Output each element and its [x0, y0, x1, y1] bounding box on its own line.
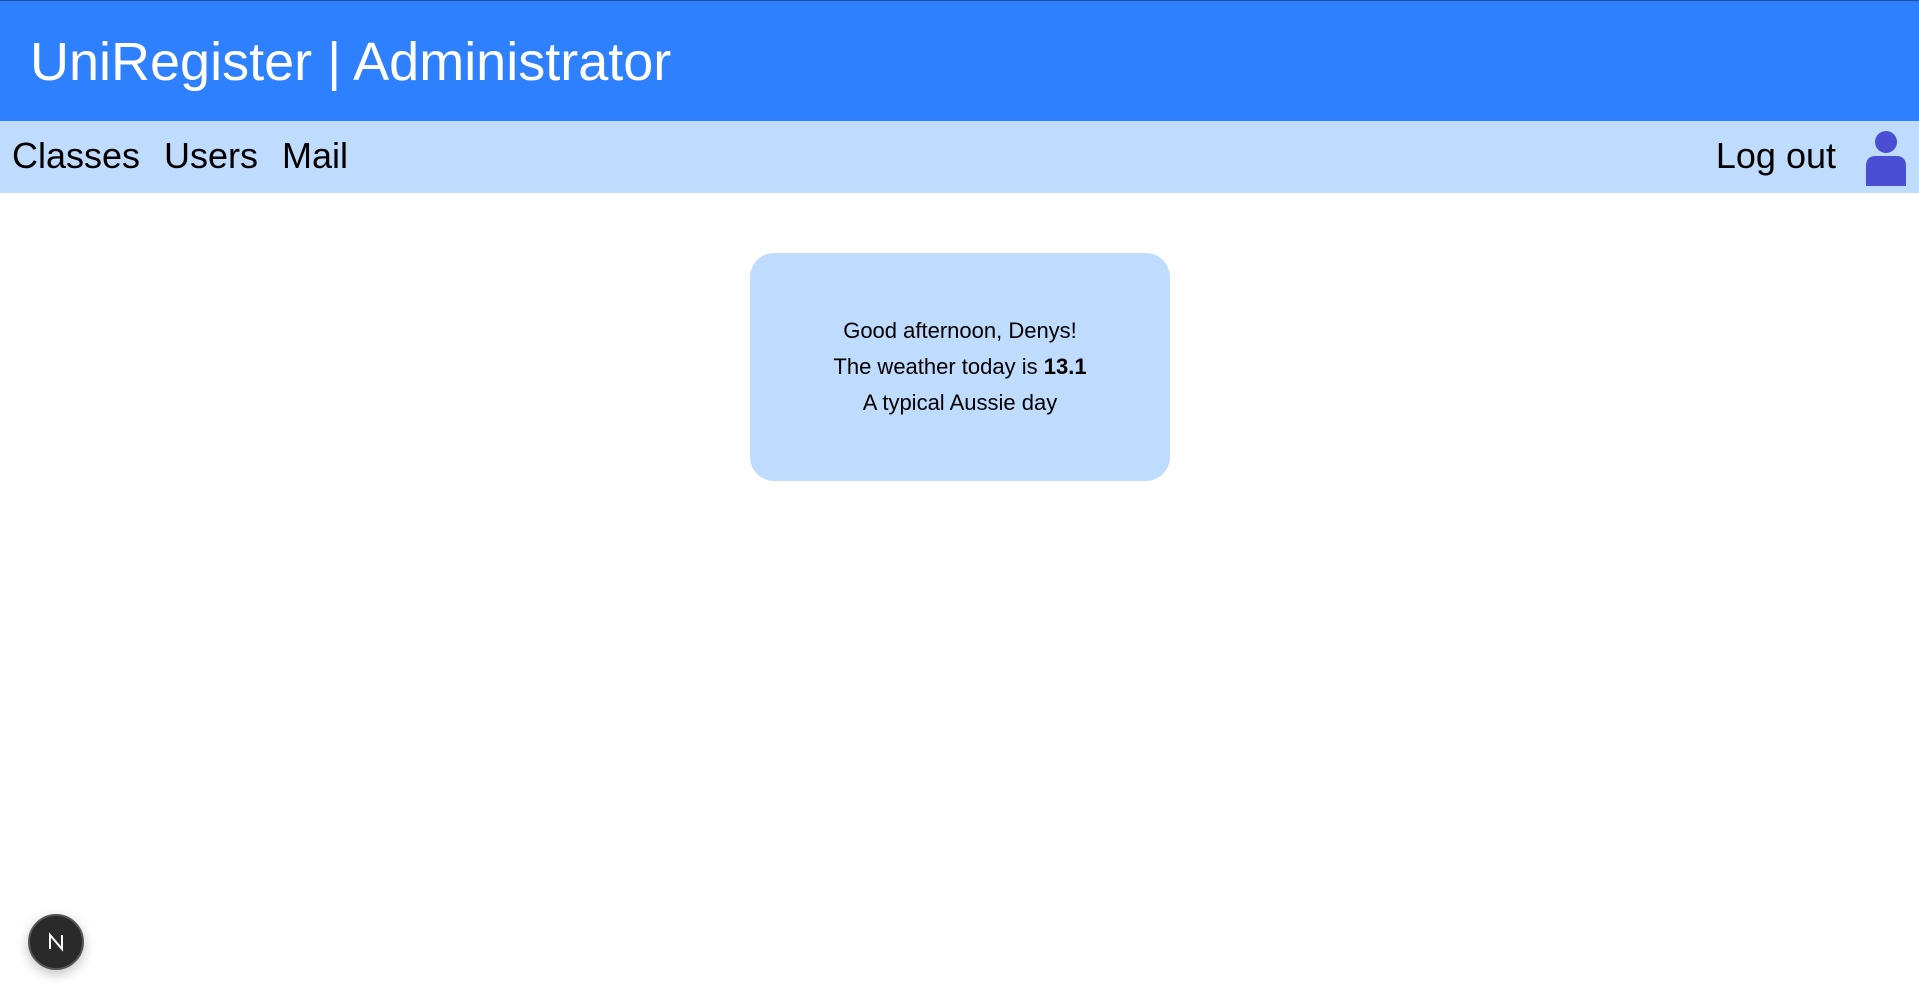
app-title: UniRegister | Administrator	[30, 32, 672, 92]
nav-bar: Classes Users Mail Log out	[0, 121, 1919, 193]
nav-item-classes[interactable]: Classes	[12, 134, 140, 178]
user-icon-graphic	[1866, 131, 1906, 186]
user-icon[interactable]	[1862, 130, 1910, 186]
weather-line: The weather today is 13.1	[833, 349, 1086, 385]
temperature-value: 13.1	[1043, 354, 1087, 379]
weather-prefix: The weather today is	[833, 354, 1038, 379]
nextjs-logo-graphic	[49, 932, 63, 952]
nextjs-logo-icon[interactable]	[28, 914, 84, 970]
logout-link[interactable]: Log out	[1716, 134, 1836, 178]
app-header: UniRegister | Administrator	[0, 0, 1919, 121]
weather-description: A typical Aussie day	[862, 390, 1058, 415]
nav-item-mail[interactable]: Mail	[282, 134, 348, 178]
greeting-text: Good afternoon, Denys!	[843, 318, 1077, 343]
nav-item-users[interactable]: Users	[164, 134, 258, 178]
welcome-card: Good afternoon, Denys! The weather today…	[750, 253, 1170, 481]
